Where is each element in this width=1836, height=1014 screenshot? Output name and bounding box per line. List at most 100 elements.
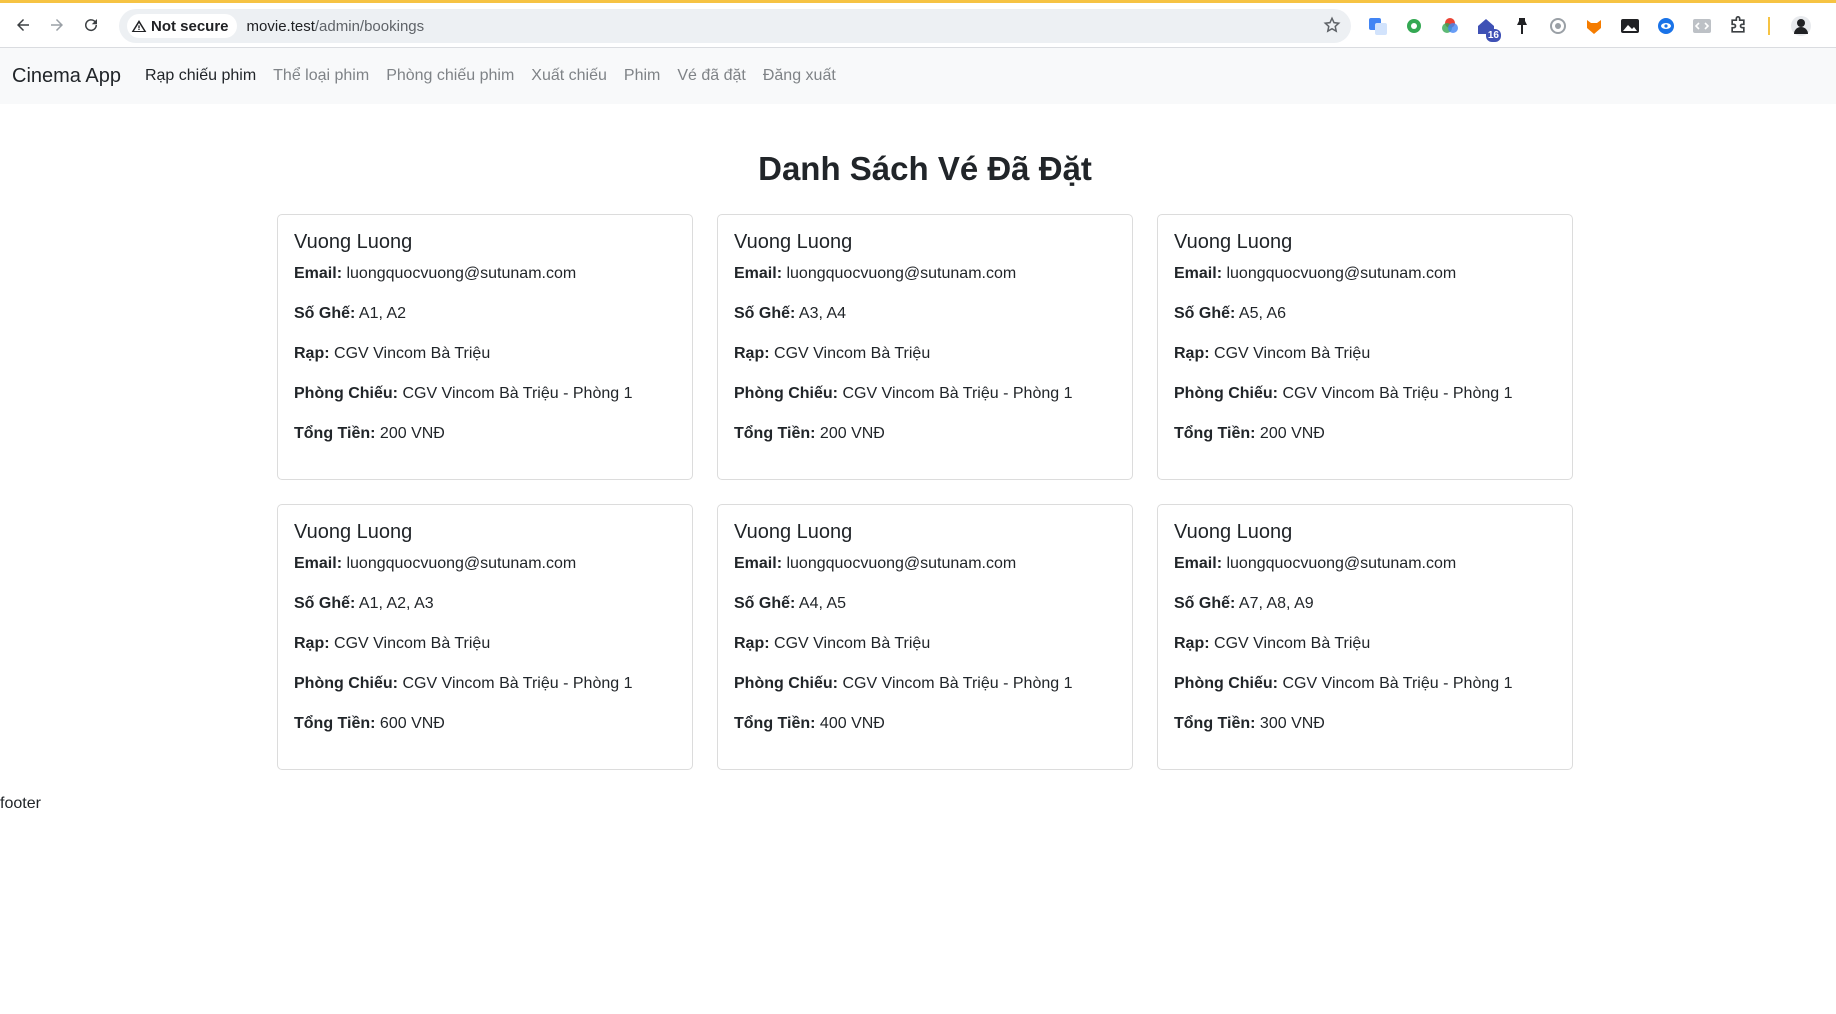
nav-link-rooms[interactable]: Phòng chiếu phim bbox=[386, 67, 514, 85]
cinema-line: Rạp: CGV Vincom Bà Triệu bbox=[734, 632, 1116, 656]
seats-label: Số Ghế: bbox=[294, 595, 356, 612]
booking-card: Vuong Luong Email: luongquocvuong@sutuna… bbox=[277, 214, 693, 480]
room-line: Phòng Chiếu: CGV Vincom Bà Triệu - Phòng… bbox=[1174, 672, 1556, 696]
customer-name: Vuong Luong bbox=[1174, 231, 1293, 253]
url-path: /admin/bookings bbox=[314, 17, 425, 35]
security-chip[interactable]: Not secure bbox=[127, 14, 237, 38]
booking-card: Vuong Luong Email: luongquocvuong@sutuna… bbox=[1157, 504, 1573, 770]
extensions-bar: 16 bbox=[1366, 11, 1812, 42]
room-label: Phòng Chiếu: bbox=[734, 675, 838, 692]
email-label: Email: bbox=[734, 265, 783, 282]
room-label: Phòng Chiếu: bbox=[1174, 675, 1278, 692]
nav-link-cinemas[interactable]: Rạp chiếu phim bbox=[145, 67, 256, 85]
total-line: Tổng Tiền: 600 VNĐ bbox=[294, 712, 676, 736]
room-value: CGV Vincom Bà Triệu - Phòng 1 bbox=[402, 675, 633, 692]
room-label: Phòng Chiếu: bbox=[734, 385, 838, 402]
room-value: CGV Vincom Bà Triệu - Phòng 1 bbox=[842, 385, 1073, 402]
star-icon bbox=[1323, 16, 1341, 33]
fox-extension-icon[interactable] bbox=[1582, 15, 1605, 38]
seats-value: A1, A2, A3 bbox=[358, 595, 434, 612]
nav-link-bookings[interactable]: Vé đã đặt bbox=[677, 67, 746, 85]
total-line: Tổng Tiền: 200 VNĐ bbox=[1174, 422, 1556, 446]
brand-link[interactable]: Cinema App bbox=[12, 65, 121, 88]
cinema-line: Rạp: CGV Vincom Bà Triệu bbox=[294, 342, 676, 366]
headset-extension-icon[interactable] bbox=[1546, 15, 1569, 38]
nav-link-logout[interactable]: Đăng xuất bbox=[763, 67, 836, 85]
seats-value: A5, A6 bbox=[1238, 305, 1287, 322]
total-value: 600 VNĐ bbox=[379, 715, 445, 732]
booking-card: Vuong Luong Email: luongquocvuong@sutuna… bbox=[1157, 214, 1573, 480]
toolbar-separator bbox=[1768, 17, 1770, 35]
seats-line: Số Ghế: A1, A2 bbox=[294, 302, 676, 326]
email-label: Email: bbox=[1174, 265, 1223, 282]
room-line: Phòng Chiếu: CGV Vincom Bà Triệu - Phòng… bbox=[734, 672, 1116, 696]
email-line: Email: luongquocvuong@sutunam.com bbox=[294, 552, 676, 576]
total-value: 200 VNĐ bbox=[1259, 425, 1325, 442]
cinema-line: Rạp: CGV Vincom Bà Triệu bbox=[1174, 342, 1556, 366]
cinema-value: CGV Vincom Bà Triệu bbox=[774, 345, 931, 362]
app-navbar: Cinema App Rạp chiếu phim Thể loại phim … bbox=[0, 48, 1836, 104]
profile-avatar-icon[interactable] bbox=[1789, 15, 1812, 38]
translate-extension-icon[interactable] bbox=[1366, 15, 1389, 38]
cinema-value: CGV Vincom Bà Triệu bbox=[1214, 635, 1371, 652]
total-value: 400 VNĐ bbox=[819, 715, 885, 732]
total-value: 300 VNĐ bbox=[1259, 715, 1325, 732]
seats-line: Số Ghế: A5, A6 bbox=[1174, 302, 1556, 326]
nav-link-showtimes[interactable]: Xuất chiếu bbox=[531, 67, 607, 85]
cinema-label: Rạp: bbox=[1174, 635, 1210, 652]
total-label: Tổng Tiền: bbox=[734, 715, 816, 732]
cinema-line: Rạp: CGV Vincom Bà Triệu bbox=[1174, 632, 1556, 656]
seats-line: Số Ghế: A1, A2, A3 bbox=[294, 592, 676, 616]
seats-line: Số Ghế: A3, A4 bbox=[734, 302, 1116, 326]
forward-button[interactable] bbox=[40, 8, 74, 42]
cinema-label: Rạp: bbox=[1174, 345, 1210, 362]
total-label: Tổng Tiền: bbox=[734, 425, 816, 442]
arrow-right-icon bbox=[51, 19, 63, 31]
seats-value: A7, A8, A9 bbox=[1238, 595, 1314, 612]
reload-icon bbox=[85, 19, 98, 32]
room-line: Phòng Chiếu: CGV Vincom Bà Triệu - Phòng… bbox=[294, 382, 676, 406]
email-line: Email: luongquocvuong@sutunam.com bbox=[734, 262, 1116, 286]
cinema-value: CGV Vincom Bà Triệu bbox=[334, 635, 491, 652]
customer-name: Vuong Luong bbox=[734, 521, 853, 543]
total-line: Tổng Tiền: 400 VNĐ bbox=[734, 712, 1116, 736]
total-value: 200 VNĐ bbox=[819, 425, 885, 442]
bookmark-star-button[interactable] bbox=[1323, 16, 1341, 39]
cinema-value: CGV Vincom Bà Triệu bbox=[334, 345, 491, 362]
room-value: CGV Vincom Bà Triệu - Phòng 1 bbox=[1282, 675, 1513, 692]
url-text: movie.test/admin/bookings bbox=[247, 18, 425, 35]
seats-value: A4, A5 bbox=[798, 595, 847, 612]
gear-extension-icon[interactable] bbox=[1402, 15, 1425, 38]
room-value: CGV Vincom Bà Triệu - Phòng 1 bbox=[1282, 385, 1513, 402]
booking-card: Vuong Luong Email: luongquocvuong@sutuna… bbox=[717, 504, 1133, 770]
cinema-label: Rạp: bbox=[734, 635, 770, 652]
house-extension-icon[interactable]: 16 bbox=[1474, 15, 1501, 42]
seats-label: Số Ghế: bbox=[1174, 305, 1236, 322]
seats-line: Số Ghế: A7, A8, A9 bbox=[1174, 592, 1556, 616]
reload-button[interactable] bbox=[74, 8, 108, 42]
image-extension-icon[interactable] bbox=[1618, 15, 1641, 38]
address-bar[interactable]: Not secure movie.test/admin/bookings bbox=[119, 9, 1351, 43]
seats-value: A3, A4 bbox=[798, 305, 847, 322]
color-wheel-extension-icon[interactable] bbox=[1438, 15, 1461, 38]
url-host: movie.test bbox=[246, 17, 315, 35]
room-line: Phòng Chiếu: CGV Vincom Bà Triệu - Phòng… bbox=[1174, 382, 1556, 406]
nav-link-genres[interactable]: Thể loại phim bbox=[273, 67, 369, 85]
nav-link-movies[interactable]: Phim bbox=[624, 67, 660, 85]
room-label: Phòng Chiếu: bbox=[294, 385, 398, 402]
total-line: Tổng Tiền: 200 VNĐ bbox=[734, 422, 1116, 446]
email-line: Email: luongquocvuong@sutunam.com bbox=[734, 552, 1116, 576]
room-line: Phòng Chiếu: CGV Vincom Bà Triệu - Phòng… bbox=[294, 672, 676, 696]
room-value: CGV Vincom Bà Triệu - Phòng 1 bbox=[842, 675, 1073, 692]
pin-extension-icon[interactable] bbox=[1510, 15, 1533, 38]
bookings-grid: Vuong Luong Email: luongquocvuong@sutuna… bbox=[277, 214, 1573, 770]
email-line: Email: luongquocvuong@sutunam.com bbox=[1174, 552, 1556, 576]
room-line: Phòng Chiếu: CGV Vincom Bà Triệu - Phòng… bbox=[734, 382, 1116, 406]
room-label: Phòng Chiếu: bbox=[294, 675, 398, 692]
room-label: Phòng Chiếu: bbox=[1174, 385, 1278, 402]
code-extension-icon[interactable] bbox=[1690, 15, 1713, 38]
puzzle-extensions-icon[interactable] bbox=[1726, 15, 1749, 38]
eye-extension-icon[interactable] bbox=[1654, 15, 1677, 38]
page-title: Danh Sách Vé Đã Đặt bbox=[758, 150, 1092, 187]
back-button[interactable] bbox=[6, 8, 40, 42]
